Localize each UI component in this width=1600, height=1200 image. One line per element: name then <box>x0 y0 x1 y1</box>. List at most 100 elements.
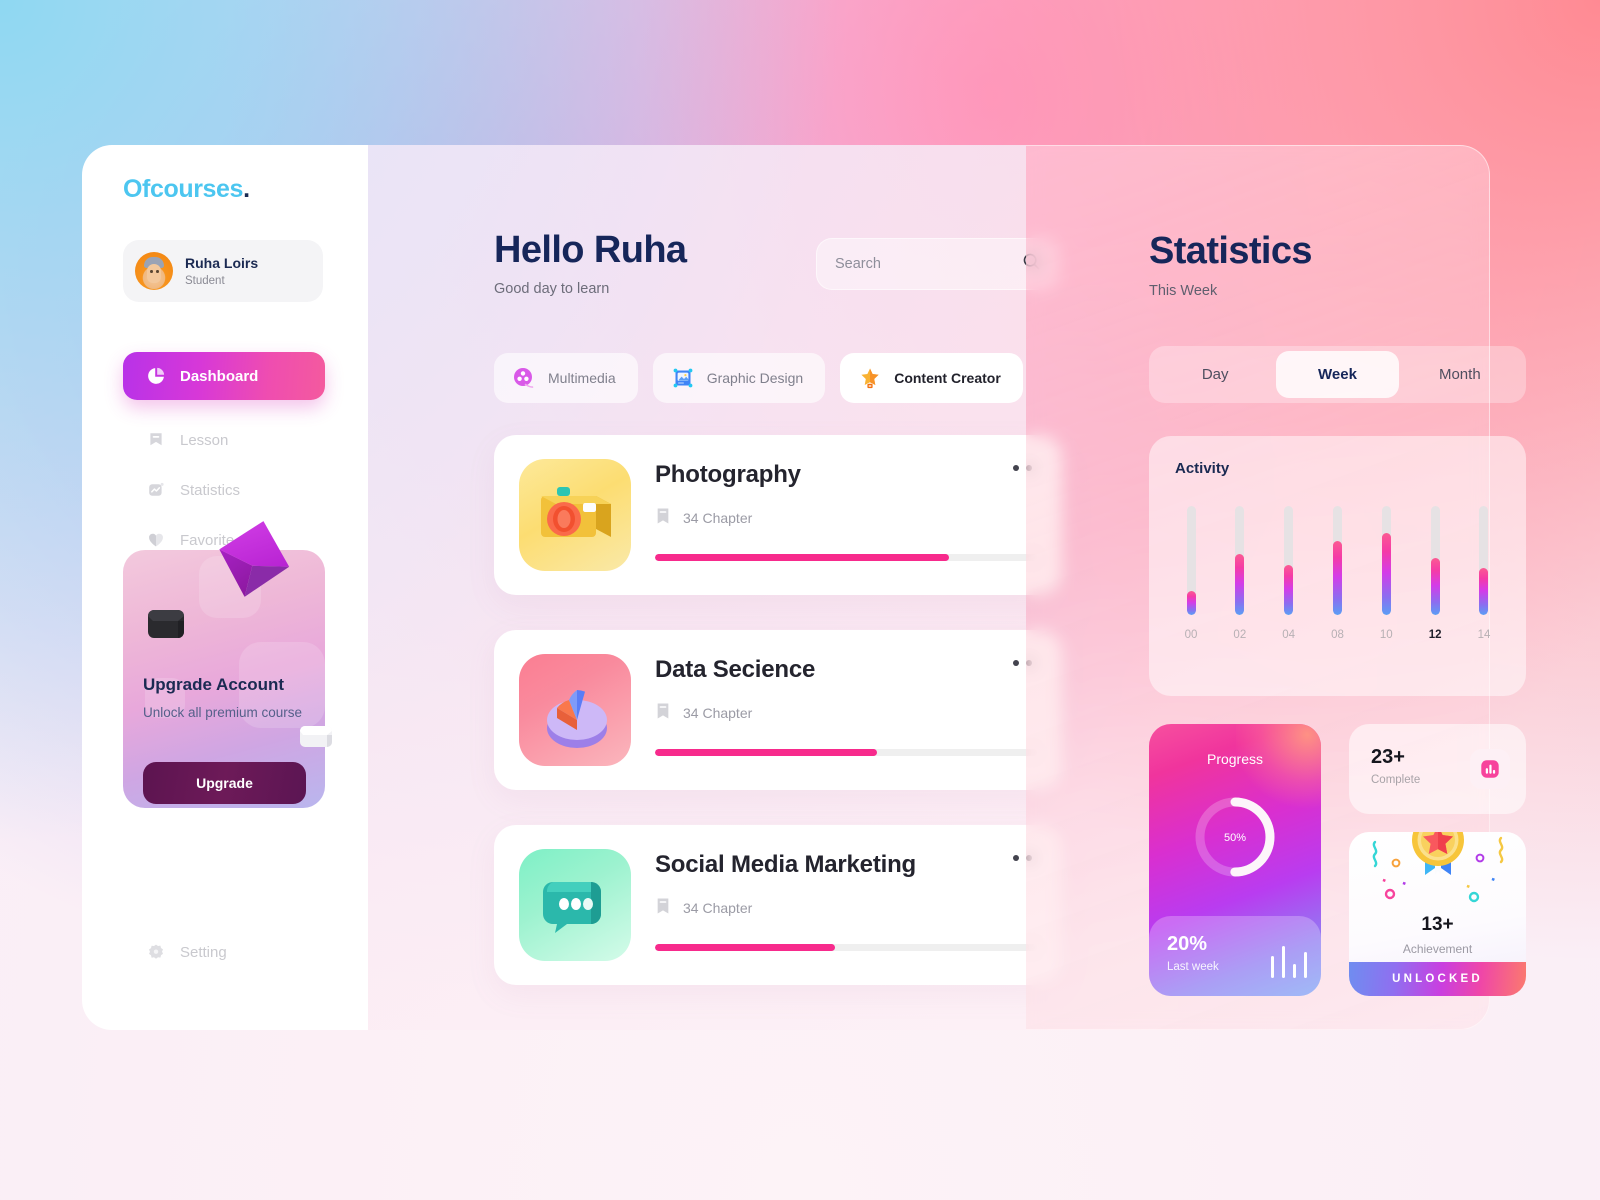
course-progress-fill <box>655 554 950 561</box>
upgrade-subtitle: Unlock all premium course <box>143 705 303 720</box>
complete-value: 23+ <box>1371 746 1405 768</box>
chip-graphic-design[interactable]: Graphic Design <box>652 353 826 403</box>
activity-bar-00[interactable]: 00 <box>1175 506 1207 641</box>
course-meta: 34 Chapter <box>655 507 752 528</box>
progress-number: 50 <box>1223 832 1237 844</box>
course-chapters: 34 Chapter <box>683 704 753 721</box>
activity-bar-14[interactable]: 14 <box>1468 506 1500 641</box>
pie-chart-3d-icon <box>519 654 631 766</box>
activity-bar-02[interactable]: 02 <box>1224 506 1256 641</box>
last-week-value: 20% <box>1167 933 1208 955</box>
course-title: Social Media Marketing <box>655 851 917 878</box>
film-reel-icon <box>512 366 536 390</box>
medal-star-icon <box>1407 832 1469 888</box>
page-title: Hello Ruha Good day to learn <box>494 229 687 297</box>
range-option-month[interactable]: Month <box>1399 351 1521 398</box>
statistics-subtitle: This Week <box>1149 282 1218 299</box>
sidebar-label-lesson: Lesson <box>180 431 229 449</box>
activity-bar-08[interactable]: 08 <box>1321 506 1353 641</box>
chapter-icon <box>655 702 671 723</box>
gear-icon <box>147 943 165 961</box>
sidebar-label-dashboard: Dashboard <box>180 367 259 385</box>
activity-bar-label: 00 <box>1184 629 1198 641</box>
activity-bar-12[interactable]: 12 <box>1419 506 1451 641</box>
logo-text: Ofcourses <box>123 175 244 203</box>
complete-label: Complete <box>1371 774 1421 786</box>
sidebar-item-statistics[interactable]: Statistics <box>123 475 325 505</box>
statistics-panel: Statistics This Week Day Week Month Acti… <box>1026 145 1526 1030</box>
sidebar-item-setting[interactable]: Setting <box>123 943 227 961</box>
activity-bar-track <box>1332 506 1342 615</box>
activity-bar-04[interactable]: 04 <box>1273 506 1305 641</box>
white-cube-3d-icon <box>298 721 338 754</box>
search-input[interactable] <box>835 256 1022 272</box>
statistics-title: Statistics <box>1149 230 1313 272</box>
pie-chart-icon <box>147 367 165 385</box>
chapter-icon <box>655 507 671 528</box>
main-content: Hello Ruha Good day to learn Search Mult… <box>368 145 1062 1030</box>
activity-bar-fill <box>1332 540 1342 615</box>
activity-bar-fill <box>1479 568 1489 615</box>
activity-bar-track <box>1284 506 1294 615</box>
star-icon <box>858 366 882 390</box>
course-card-photography[interactable]: Photography 34 Chapter <box>494 435 1062 595</box>
avatar <box>135 252 173 290</box>
activity-bar-track <box>1430 506 1440 615</box>
heart-icon <box>147 531 165 549</box>
sidebar-item-lesson[interactable]: Lesson <box>123 425 325 455</box>
profile-name: Ruha Loirs <box>185 255 259 272</box>
upgrade-account-card: Upgrade Account Unlock all premium cours… <box>123 521 332 808</box>
activity-title: Activity <box>1175 460 1230 477</box>
activity-bar-label: 12 <box>1428 629 1442 641</box>
chip-multimedia[interactable]: Multimedia <box>494 353 638 403</box>
avatar-eye-right <box>156 270 159 273</box>
course-card-data-science[interactable]: Data Secience 34 Chapter <box>494 630 1062 790</box>
screen: Ofcourses. Ruha Loirs Student Dashboard … <box>0 0 1600 1200</box>
sidebar-item-dashboard[interactable]: Dashboard <box>123 352 325 400</box>
course-progress-bar <box>655 944 1037 951</box>
activity-bar-10[interactable]: 10 <box>1370 506 1402 641</box>
range-option-week[interactable]: Week <box>1276 351 1399 398</box>
progress-card: Progress 50% 20% Last week <box>1149 724 1321 996</box>
user-profile-card[interactable]: Ruha Loirs Student <box>123 240 323 302</box>
app-logo[interactable]: Ofcourses. <box>123 175 250 204</box>
statistics-header: Statistics This Week <box>1149 230 1313 299</box>
chip-content-creator[interactable]: Content Creator <box>840 353 1023 403</box>
search-bar[interactable] <box>816 238 1059 290</box>
profile-text: Ruha Loirs Student <box>185 255 258 287</box>
achievement-label: Achievement <box>1402 942 1473 956</box>
course-chapters: 34 Chapter <box>683 509 753 526</box>
chat-bubble-icon <box>519 849 631 961</box>
chapter-icon <box>655 897 671 918</box>
course-progress-fill <box>655 944 835 951</box>
bar-chart-icon <box>1470 749 1510 789</box>
app-window: Ofcourses. Ruha Loirs Student Dashboard … <box>82 145 1526 1030</box>
sidebar: Ofcourses. Ruha Loirs Student Dashboard … <box>82 145 368 1030</box>
activity-bar-label: 02 <box>1233 629 1247 641</box>
upgrade-title: Upgrade Account <box>143 675 285 694</box>
last-week-sparkline <box>1271 946 1307 978</box>
bookmark-icon <box>147 431 165 449</box>
upgrade-button[interactable]: Upgrade <box>143 762 306 804</box>
activity-bar-track <box>1479 506 1489 615</box>
last-week-card: 20% Last week <box>1149 916 1321 996</box>
activity-bar-label: 14 <box>1477 629 1491 641</box>
sidebar-label-statistics: Statistics <box>180 481 241 499</box>
image-crop-icon <box>671 366 695 390</box>
course-progress-bar <box>655 554 1037 561</box>
greeting-heading: Hello Ruha <box>494 229 687 271</box>
avatar-face <box>147 264 161 283</box>
range-option-day[interactable]: Day <box>1154 351 1276 398</box>
activity-bars: 00 02 04 08 10 12 14 <box>1175 506 1500 641</box>
dark-cube-3d-icon <box>145 602 191 646</box>
progress-value: 50% <box>1149 824 1321 847</box>
activity-bar-fill <box>1381 533 1391 615</box>
course-card-social-media-marketing[interactable]: Social Media Marketing 34 Chapter <box>494 825 1062 985</box>
chip-label-graphic-design: Graphic Design <box>706 370 804 386</box>
activity-bar-label: 08 <box>1331 629 1344 641</box>
activity-bar-label: 04 <box>1282 629 1296 641</box>
activity-bar-label: 10 <box>1379 629 1393 641</box>
course-meta: 34 Chapter <box>655 702 752 723</box>
activity-bar-track <box>1186 506 1196 615</box>
activity-bar-track <box>1235 506 1245 615</box>
